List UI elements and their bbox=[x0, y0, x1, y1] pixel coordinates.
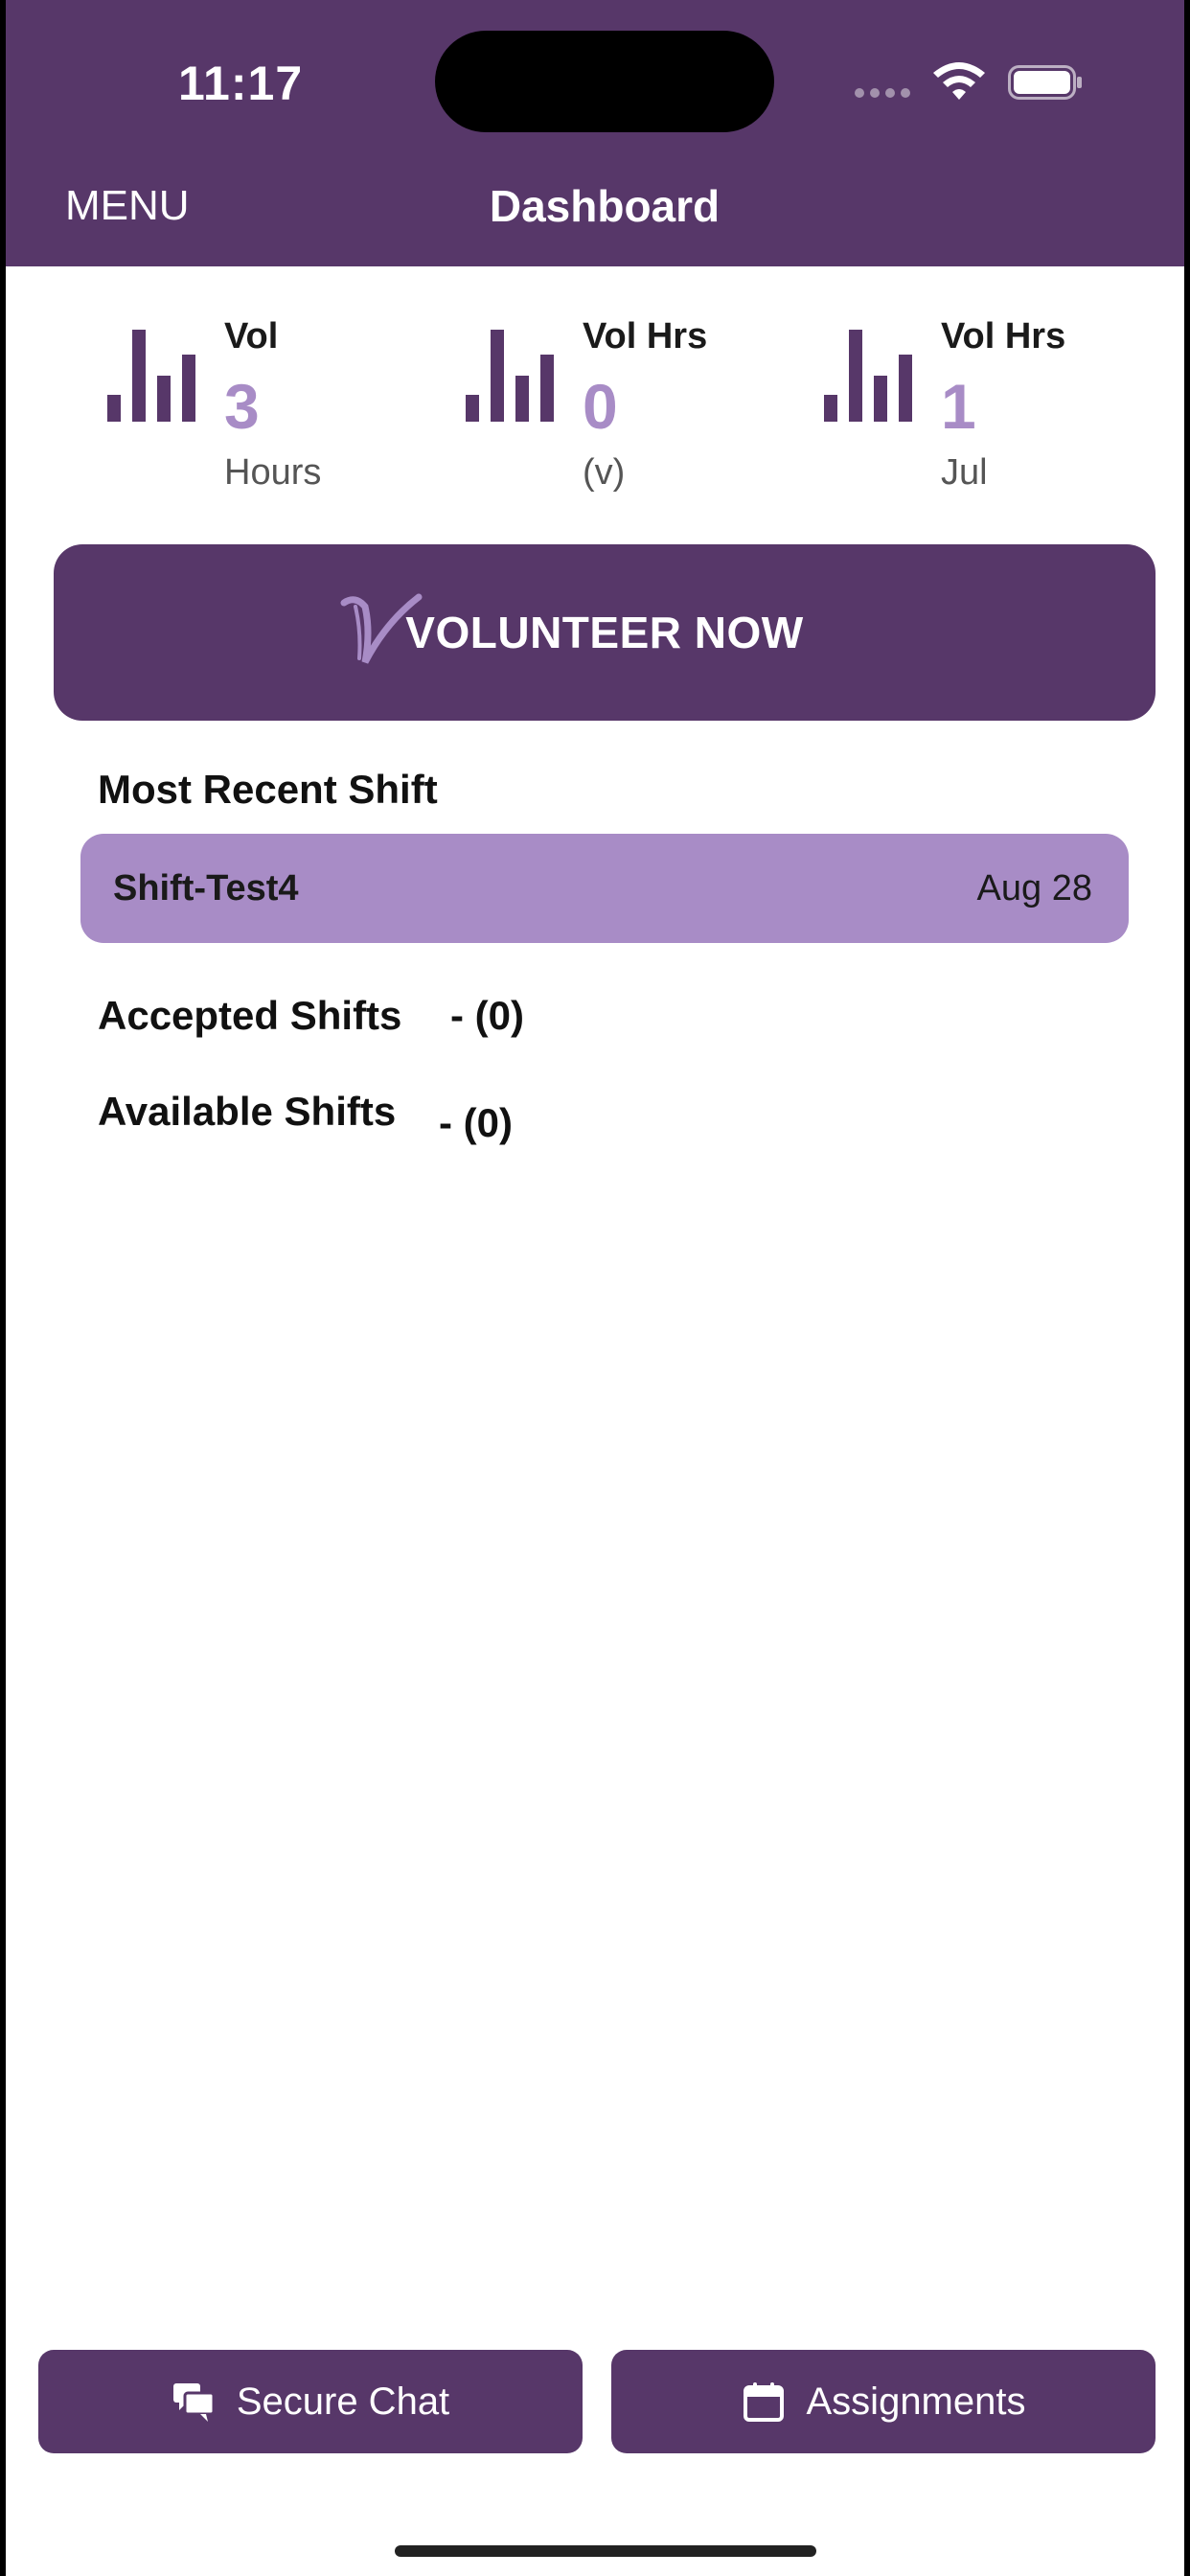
secure-chat-label: Secure Chat bbox=[236, 2380, 450, 2423]
stat-value: 0 bbox=[583, 371, 618, 442]
status-time: 11:17 bbox=[178, 57, 304, 110]
header-bar: 11:17 MENU Dashboard bbox=[6, 0, 1184, 266]
most-recent-shift-title: Most Recent Shift bbox=[98, 767, 438, 812]
shift-date: Aug 28 bbox=[976, 868, 1092, 908]
calendar-icon bbox=[743, 2382, 784, 2422]
stat-label: Vol Hrs bbox=[941, 316, 1066, 356]
stat-value: 3 bbox=[224, 371, 260, 442]
stat-vol-hours: Vol 3 Hours bbox=[105, 312, 355, 504]
app-screen: 11:17 MENU Dashboard Vol 3 Hours Vol Hrs… bbox=[0, 0, 1190, 2576]
bar-chart-icon bbox=[107, 330, 195, 422]
recent-shift-row[interactable]: Shift-Test4 Aug 28 bbox=[80, 834, 1129, 943]
bar-chart-icon bbox=[466, 330, 554, 422]
cellular-signal-icon bbox=[855, 88, 910, 98]
wifi-icon bbox=[933, 62, 985, 100]
accepted-shifts-title[interactable]: Accepted Shifts bbox=[98, 993, 401, 1039]
assignments-label: Assignments bbox=[806, 2380, 1026, 2423]
assignments-button[interactable]: Assignments bbox=[611, 2350, 1156, 2453]
stat-label: Vol bbox=[224, 316, 279, 356]
available-shifts-count: - (0) bbox=[439, 1100, 513, 1145]
bar-chart-icon bbox=[824, 330, 912, 422]
volunteer-now-button[interactable]: VOLUNTEER NOW bbox=[54, 544, 1156, 721]
dynamic-island bbox=[435, 31, 774, 132]
accepted-shifts-count: - (0) bbox=[450, 993, 524, 1038]
stat-vol-hrs-jul: Vol Hrs 1 Jul bbox=[822, 312, 1110, 504]
v-logo-icon bbox=[340, 593, 423, 664]
stat-unit: (v) bbox=[583, 452, 626, 493]
stat-unit: Hours bbox=[224, 452, 322, 493]
battery-icon bbox=[1008, 65, 1082, 100]
chat-bubbles-icon bbox=[172, 2383, 216, 2422]
stat-vol-hrs-v: Vol Hrs 0 (v) bbox=[464, 312, 751, 504]
page-title: Dashboard bbox=[489, 181, 721, 231]
secure-chat-button[interactable]: Secure Chat bbox=[38, 2350, 583, 2453]
home-indicator[interactable] bbox=[395, 2545, 816, 2557]
stat-unit: Jul bbox=[941, 452, 988, 493]
available-shifts-title[interactable]: Available Shifts bbox=[98, 1089, 396, 1135]
stat-value: 1 bbox=[941, 371, 976, 442]
volunteer-now-content: VOLUNTEER NOW bbox=[340, 593, 804, 664]
volunteer-now-label: VOLUNTEER NOW bbox=[405, 608, 804, 657]
shift-name: Shift-Test4 bbox=[113, 868, 299, 908]
stat-label: Vol Hrs bbox=[583, 316, 708, 356]
